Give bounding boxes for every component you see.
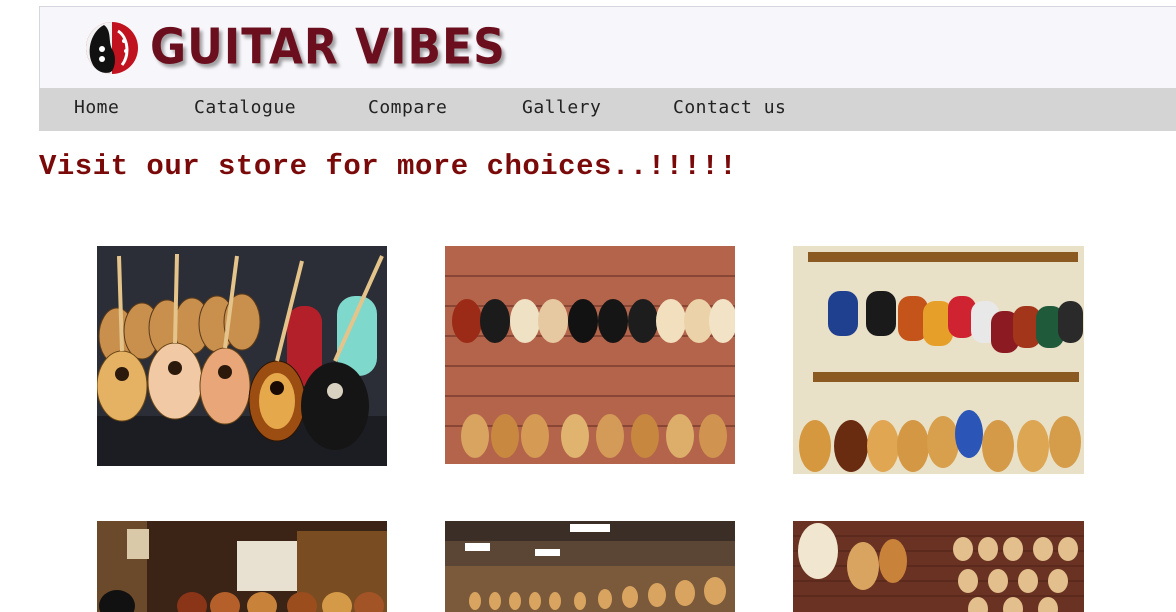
site-logo[interactable]: GUITAR VIBES: [82, 17, 506, 79]
showroom-image: [445, 521, 735, 612]
acoustic-guitars-image: [97, 246, 387, 466]
gallery-photo-5[interactable]: [445, 521, 735, 612]
wall-guitars-image: [445, 246, 735, 464]
main-nav: Home Catalogue Compare Gallery Contact u…: [39, 88, 1176, 131]
nav-item-catalogue[interactable]: Catalogue: [194, 88, 296, 131]
site-header: GUITAR VIBES: [39, 6, 1176, 88]
gallery-photo-3[interactable]: [793, 246, 1084, 474]
electric-guitars-image: [793, 246, 1084, 474]
gallery-photo-4[interactable]: [97, 521, 387, 612]
page-headline: Visit our store for more choices..!!!!!: [39, 150, 738, 183]
nav-item-compare[interactable]: Compare: [368, 88, 447, 131]
gallery-photo-1[interactable]: [97, 246, 387, 466]
nav-item-contact-us[interactable]: Contact us: [673, 88, 786, 131]
gallery-photo-6[interactable]: [793, 521, 1084, 612]
store-interior-image: [97, 521, 387, 612]
nav-item-gallery[interactable]: Gallery: [522, 88, 601, 131]
brick-wall-guitars-image: [793, 521, 1084, 612]
brand-name: GUITAR VIBES: [150, 18, 506, 76]
gallery-photo-2[interactable]: [445, 246, 735, 464]
nav-item-home[interactable]: Home: [74, 88, 119, 131]
guitar-logo-icon: [86, 22, 138, 74]
